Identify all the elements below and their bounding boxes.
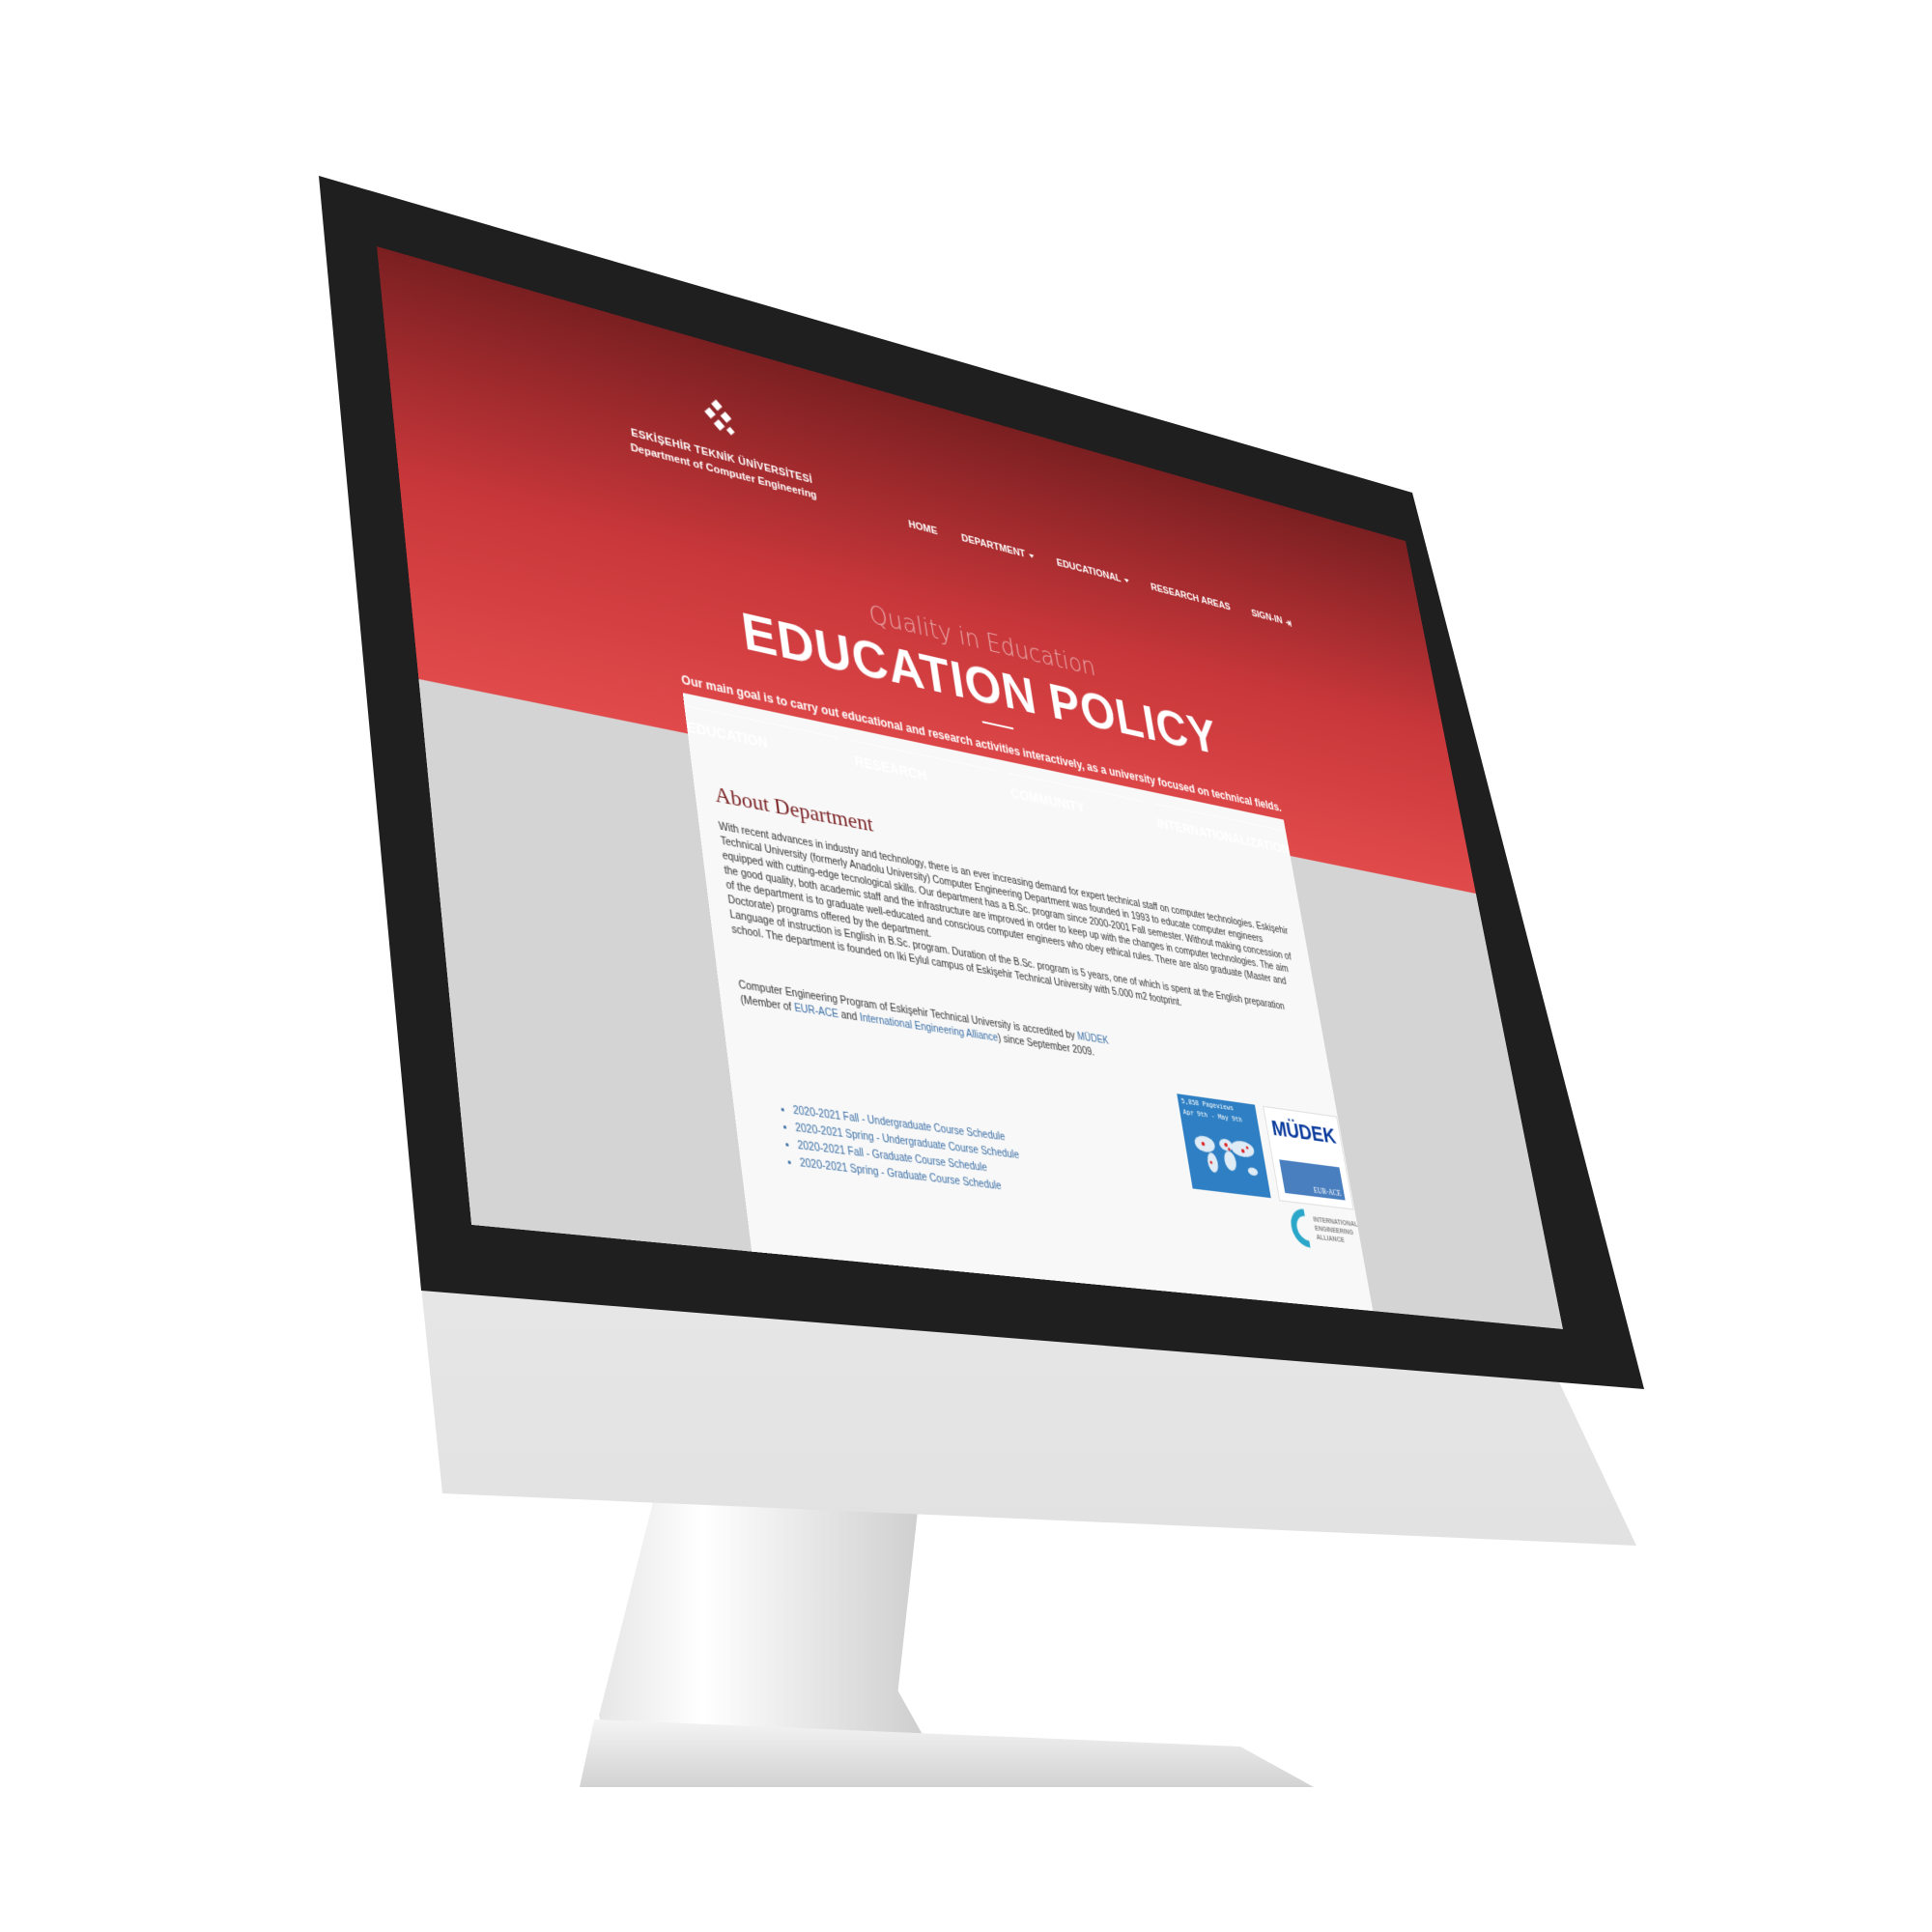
eur-ace-logo-text: EUR-ACE (1313, 1185, 1343, 1199)
mudek-logo-text: MÜDEK (1269, 1115, 1338, 1149)
main-nav: HOME DEPARTMENT EDUCATIONAL RESEARCH ARE… (908, 519, 1293, 629)
site-logo[interactable]: ESKİŞEHİR TEKNİK ÜNİVERSİTESİ Department… (619, 373, 819, 502)
nav-research-areas-label: RESEARCH AREAS (1150, 582, 1232, 613)
nav-department-label: DEPARTMENT (960, 532, 1027, 560)
university-logo-icon (704, 399, 735, 436)
nav-sign-in-label: SIGN-IN (1250, 608, 1284, 627)
nav-educational-label: EDUCATIONAL (1056, 556, 1122, 585)
accreditation-text: and (838, 1009, 862, 1024)
monitor-stand-base (580, 1719, 1314, 1787)
caret-down-icon (1028, 554, 1035, 559)
world-map-icon (1193, 1134, 1259, 1177)
iea-logo[interactable]: INTERNATIONAL ENGINEERING ALLIANCE (1285, 1207, 1365, 1258)
hero-divider (981, 721, 1014, 730)
caret-down-icon (1123, 578, 1129, 583)
iea-logo-text: INTERNATIONAL ENGINEERING ALLIANCE (1312, 1216, 1359, 1245)
eur-ace-label-icon: EUR-ACE (1279, 1159, 1346, 1201)
nav-research-areas[interactable]: RESEARCH AREAS (1151, 582, 1232, 612)
nav-educational[interactable]: EDUCATIONAL (1056, 557, 1129, 586)
nav-department[interactable]: DEPARTMENT (960, 532, 1035, 562)
screen-viewport: ESKİŞEHİR TEKNİK ÜNİVERSİTESİ Department… (377, 246, 1563, 1329)
mudek-link[interactable]: MÜDEK (1076, 1032, 1109, 1047)
nav-sign-in[interactable]: SIGN-IN (1251, 608, 1293, 629)
sign-in-icon (1285, 618, 1293, 628)
nav-home[interactable]: HOME (908, 519, 939, 537)
nav-home-label: HOME (907, 519, 939, 538)
